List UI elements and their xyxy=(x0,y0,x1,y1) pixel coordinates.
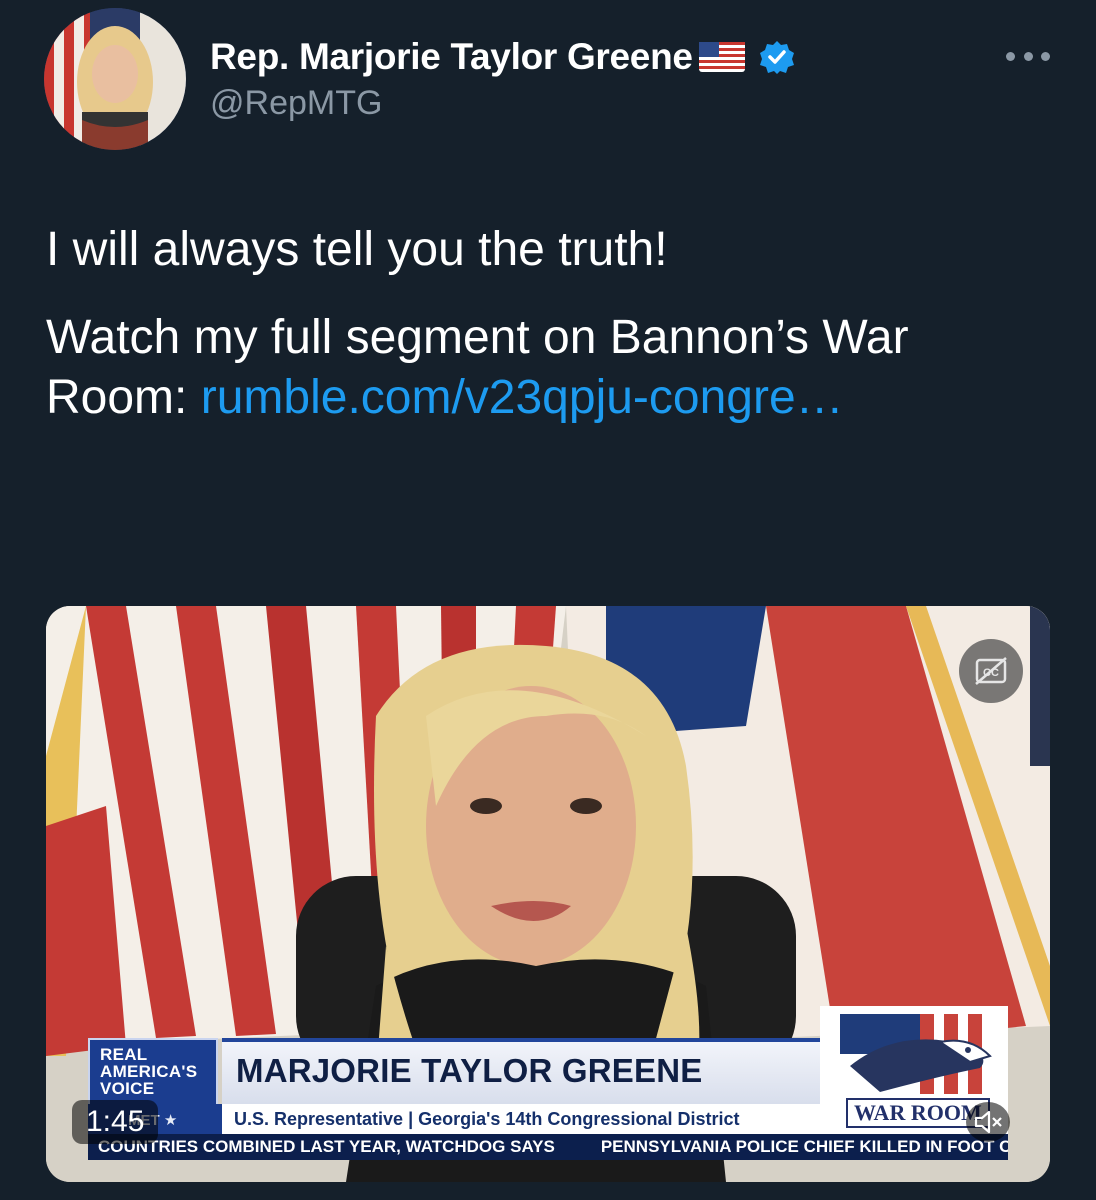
news-ticker: COUNTRIES COMBINED LAST YEAR, WATCHDOG S… xyxy=(88,1134,1008,1160)
chyron-name-bar: MARJORIE TAYLOR GREENE xyxy=(222,1038,820,1104)
author-display-name[interactable]: Rep. Marjorie Taylor Greene xyxy=(210,36,693,78)
logo-line-2: AMERICA'S xyxy=(100,1062,198,1081)
logo-line-3: VOICE xyxy=(100,1079,155,1098)
mute-toggle-button[interactable] xyxy=(966,1102,1010,1142)
tweet-card[interactable]: Rep. Marjorie Taylor Greene @RepMTG I wi… xyxy=(0,0,1096,1200)
tweet-line-1: I will always tell you the truth! xyxy=(46,223,668,276)
muted-speaker-icon xyxy=(974,1110,1002,1134)
more-dot xyxy=(1023,51,1033,61)
tweet-link[interactable]: rumble.com/v23qpju-congre… xyxy=(201,371,844,424)
more-options-icon[interactable] xyxy=(1006,46,1050,66)
captions-toggle-button[interactable]: CC xyxy=(959,639,1023,703)
chyron-subtitle: U.S. Representative | Georgia's 14th Con… xyxy=(234,1109,740,1129)
logo-line-1: REAL xyxy=(100,1045,148,1064)
author-name-row[interactable]: Rep. Marjorie Taylor Greene xyxy=(210,34,795,80)
tweet-text: I will always tell you the truth! Watch … xyxy=(46,220,1056,428)
closed-captions-off-icon: CC xyxy=(975,657,1007,685)
video-duration: 1:45 xyxy=(72,1100,159,1144)
author-avatar[interactable] xyxy=(44,8,186,150)
more-dot xyxy=(1006,51,1015,61)
chyron-subtitle-bar: U.S. Representative | Georgia's 14th Con… xyxy=(222,1104,820,1134)
verified-badge-icon xyxy=(759,41,794,74)
tweet-line-2: Watch my full segment on Bannon’s War Ro… xyxy=(46,308,1056,428)
avatar-image xyxy=(44,8,186,150)
video-player[interactable]: CC REAL AMERICA'S VOICE MARJORIE TAYLOR … xyxy=(46,606,1050,1182)
us-flag-icon xyxy=(698,42,745,72)
chyron-name: MARJORIE TAYLOR GREENE xyxy=(236,1052,703,1089)
eagle-icon xyxy=(840,1014,992,1094)
ticker-item-1: COUNTRIES COMBINED LAST YEAR, WATCHDOG S… xyxy=(98,1137,555,1156)
ticker-item-2: PENNSYLVANIA POLICE CHIEF KILLED IN FOOT… xyxy=(600,1137,1008,1156)
author-handle[interactable]: @RepMTG xyxy=(210,84,382,123)
more-dot xyxy=(1041,51,1050,61)
